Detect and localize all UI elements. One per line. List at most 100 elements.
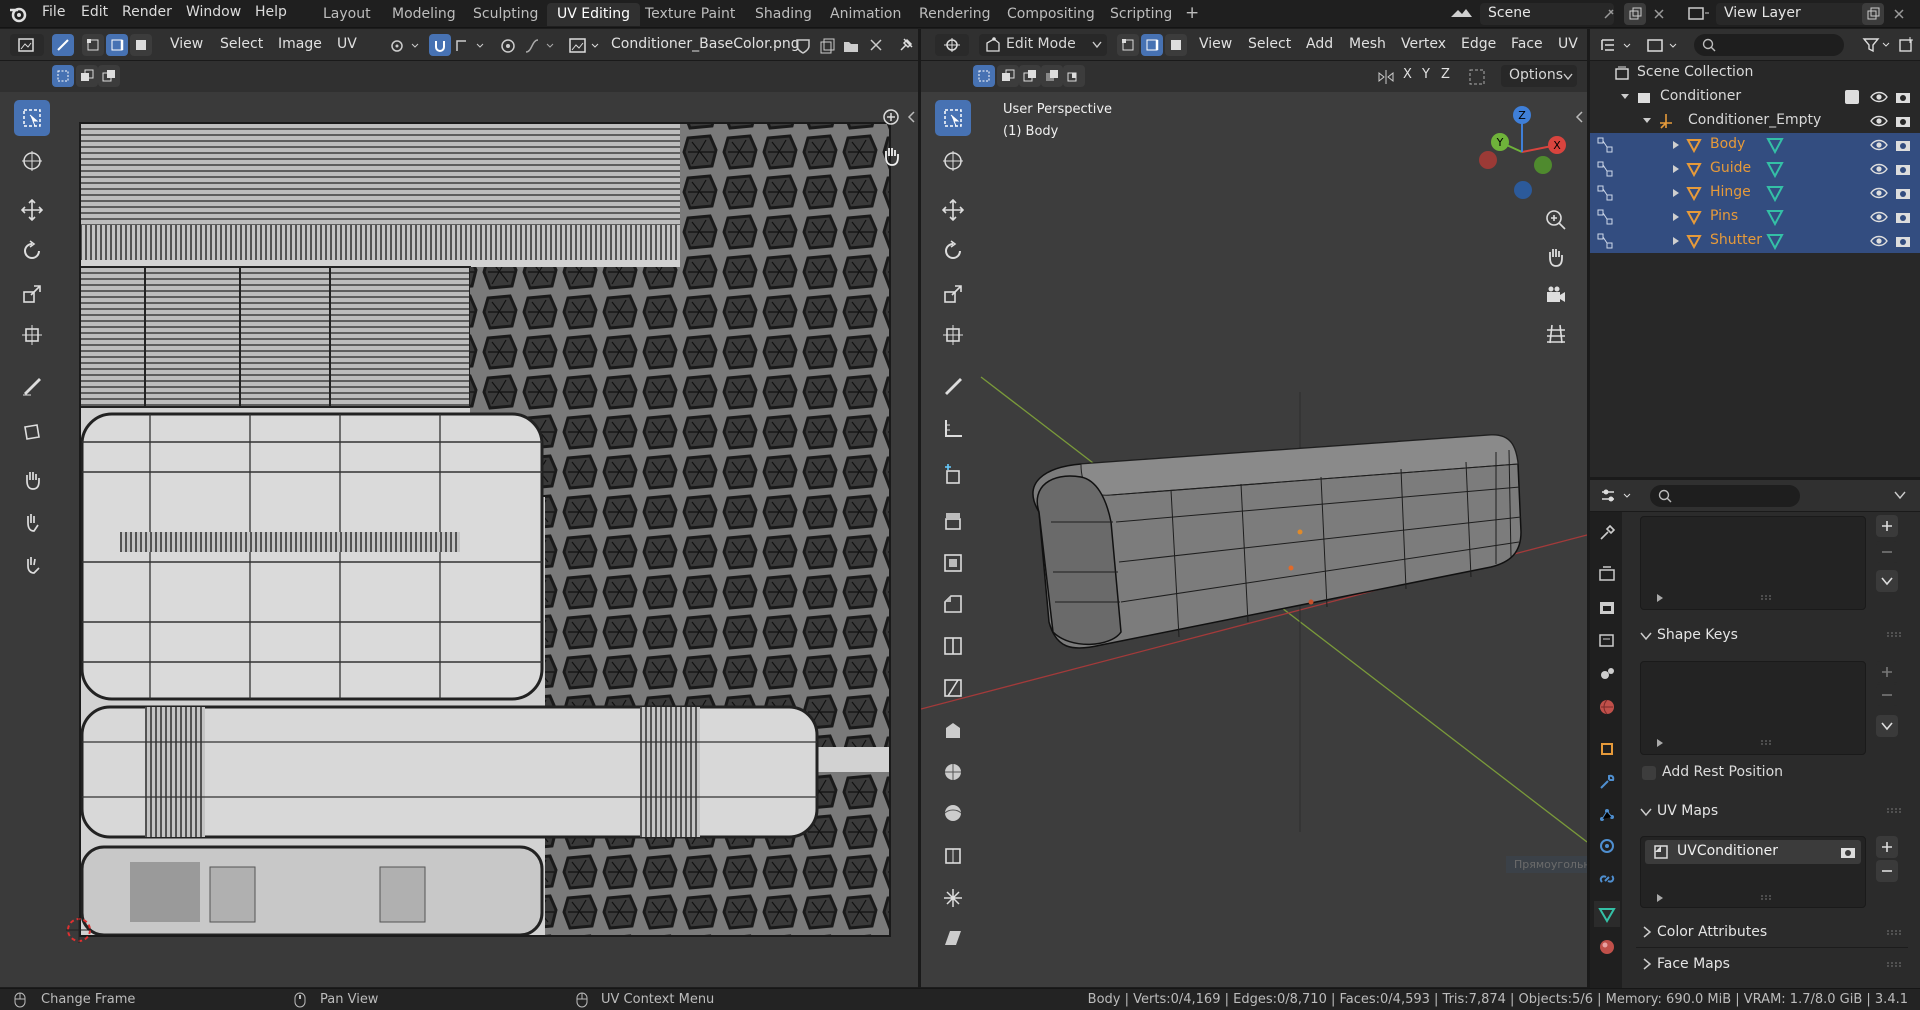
navigation-gizmo[interactable]: Z X Y <box>1470 100 1570 200</box>
color-attributes-header[interactable]: Color Attributes <box>1657 924 1767 940</box>
vertex-select-button[interactable] <box>82 34 104 56</box>
tab-particles[interactable] <box>1594 801 1620 827</box>
add-workspace-button[interactable]: + <box>1175 0 1209 23</box>
render-camera-icon[interactable] <box>1894 209 1912 225</box>
tab-sculpting[interactable]: Sculpting <box>463 3 548 26</box>
vertex-select-button[interactable] <box>1117 34 1139 56</box>
outliner-row-scene-collection[interactable]: Scene Collection <box>1590 61 1920 85</box>
zoom-icon[interactable] <box>882 108 900 126</box>
view-layer-icon[interactable] <box>1686 5 1712 23</box>
vp-inset-tool[interactable] <box>935 545 971 581</box>
tab-animation[interactable]: Animation <box>820 3 911 26</box>
face-select-button[interactable] <box>1165 34 1187 56</box>
relax-tool[interactable] <box>14 504 50 540</box>
menu-window[interactable]: Window <box>186 4 241 20</box>
pin-image-icon[interactable] <box>897 36 915 54</box>
vertex-group-menu-button[interactable] <box>1876 570 1898 592</box>
drag-handle-icon[interactable] <box>1886 930 1902 936</box>
uv-editor-canvas[interactable] <box>0 92 918 987</box>
outliner-row-conditioner-empty[interactable]: Conditioner_Empty <box>1590 109 1920 133</box>
select-box-mode-subtract[interactable] <box>98 65 120 87</box>
mesh-data-icon[interactable] <box>1766 208 1784 226</box>
vp-add-cube-tool[interactable] <box>935 457 971 493</box>
mesh-data-icon[interactable] <box>1766 184 1784 202</box>
falloff-icon[interactable] <box>524 37 558 55</box>
vp-select-box-tool[interactable] <box>935 100 971 136</box>
tab-scene[interactable] <box>1594 661 1620 687</box>
menu-file[interactable]: File <box>42 4 65 20</box>
vp-sidebar-toggle-icon[interactable] <box>1574 110 1584 124</box>
uv-map-row[interactable]: UVConditioner <box>1645 840 1861 864</box>
move-tool[interactable] <box>14 192 50 228</box>
expand-arrow-icon[interactable] <box>1672 164 1680 174</box>
select-mode-icon[interactable] <box>1596 184 1614 202</box>
render-camera-icon[interactable] <box>1894 137 1912 153</box>
grab-tool[interactable] <box>14 462 50 498</box>
eye-icon[interactable] <box>1870 89 1888 105</box>
outliner-editor-icon[interactable] <box>1600 37 1636 55</box>
sync-selection-toggle[interactable] <box>52 34 74 56</box>
tab-world[interactable] <box>1594 694 1620 720</box>
vp-transform-tool[interactable] <box>935 317 971 353</box>
new-scene-button[interactable] <box>1624 3 1646 25</box>
close-icon[interactable] <box>1892 7 1906 21</box>
close-icon[interactable] <box>1652 7 1666 21</box>
vp-spin-tool[interactable] <box>935 754 971 790</box>
snap-toggle[interactable] <box>429 34 451 56</box>
face-maps-header[interactable]: Face Maps <box>1657 956 1730 972</box>
view-layer-selector[interactable]: View Layer <box>1716 3 1868 25</box>
scene-icon[interactable] <box>1448 5 1476 23</box>
scene-selector[interactable]: Scene <box>1480 3 1614 25</box>
vp-annotate-tool[interactable] <box>935 367 971 403</box>
shape-key-menu-button[interactable] <box>1876 715 1898 737</box>
edge-select-button[interactable] <box>1141 34 1163 56</box>
tab-compositing[interactable]: Compositing <box>997 3 1105 26</box>
vp-select-mode-new[interactable] <box>973 65 995 87</box>
tab-render[interactable] <box>1594 561 1620 587</box>
expand-arrow-icon[interactable] <box>1655 893 1665 903</box>
collapse-arrow-icon[interactable] <box>1640 807 1652 817</box>
annotate-tool[interactable] <box>14 367 50 403</box>
menu-render[interactable]: Render <box>122 4 172 20</box>
remove-shape-key-button[interactable] <box>1876 684 1898 706</box>
outliner-row-conditioner[interactable]: Conditioner <box>1590 85 1920 109</box>
image-browse-icon[interactable] <box>568 36 602 56</box>
drag-handle-icon[interactable] <box>1759 595 1775 601</box>
vp-rotate-tool[interactable] <box>935 233 971 269</box>
tab-physics[interactable] <box>1594 833 1620 859</box>
expand-arrow-icon[interactable] <box>1620 93 1630 101</box>
auto-merge-icon[interactable] <box>1468 68 1486 86</box>
eye-icon[interactable] <box>1870 233 1888 249</box>
uv-maps-list[interactable]: UVConditioner <box>1640 836 1866 908</box>
vp-poly-build-tool[interactable] <box>935 713 971 749</box>
expand-arrow-icon[interactable] <box>1642 958 1652 970</box>
add-vertex-group-button[interactable] <box>1876 515 1898 537</box>
vp-menu-view[interactable]: View <box>1199 36 1232 52</box>
outliner-row-object[interactable]: Body <box>1590 133 1920 157</box>
eye-icon[interactable] <box>1870 137 1888 153</box>
tab-tool[interactable] <box>1594 520 1620 546</box>
vp-menu-vertex[interactable]: Vertex <box>1401 36 1446 52</box>
render-camera-icon[interactable] <box>1894 113 1912 129</box>
scale-tool[interactable] <box>14 276 50 312</box>
tab-shading[interactable]: Shading <box>745 3 822 26</box>
properties-editor-icon[interactable] <box>1600 487 1636 505</box>
expand-arrow-icon[interactable] <box>1672 212 1680 222</box>
display-mode-icon[interactable] <box>1646 37 1682 55</box>
snap-target-icon[interactable] <box>454 37 488 55</box>
expand-arrow-icon[interactable] <box>1655 738 1665 748</box>
new-image-icon[interactable] <box>818 37 836 55</box>
add-uv-map-button[interactable] <box>1876 836 1898 858</box>
tab-uv-editing[interactable]: UV Editing <box>547 3 641 26</box>
zoom-view-icon[interactable] <box>1544 208 1568 232</box>
mirror-icon[interactable] <box>1377 68 1395 86</box>
vp-menu-add[interactable]: Add <box>1306 36 1333 52</box>
unlink-image-icon[interactable] <box>868 37 884 53</box>
expand-arrow-icon[interactable] <box>1672 140 1680 150</box>
3d-viewport-canvas[interactable]: User Perspective (1) Body Прямоугольник <box>921 92 1613 987</box>
pinch-tool[interactable] <box>14 546 50 582</box>
mesh-data-icon[interactable] <box>1766 160 1784 178</box>
drag-handle-icon[interactable] <box>1759 740 1775 746</box>
vp-cursor-tool[interactable] <box>935 143 971 179</box>
mirror-y-toggle[interactable]: Y <box>1422 67 1430 82</box>
